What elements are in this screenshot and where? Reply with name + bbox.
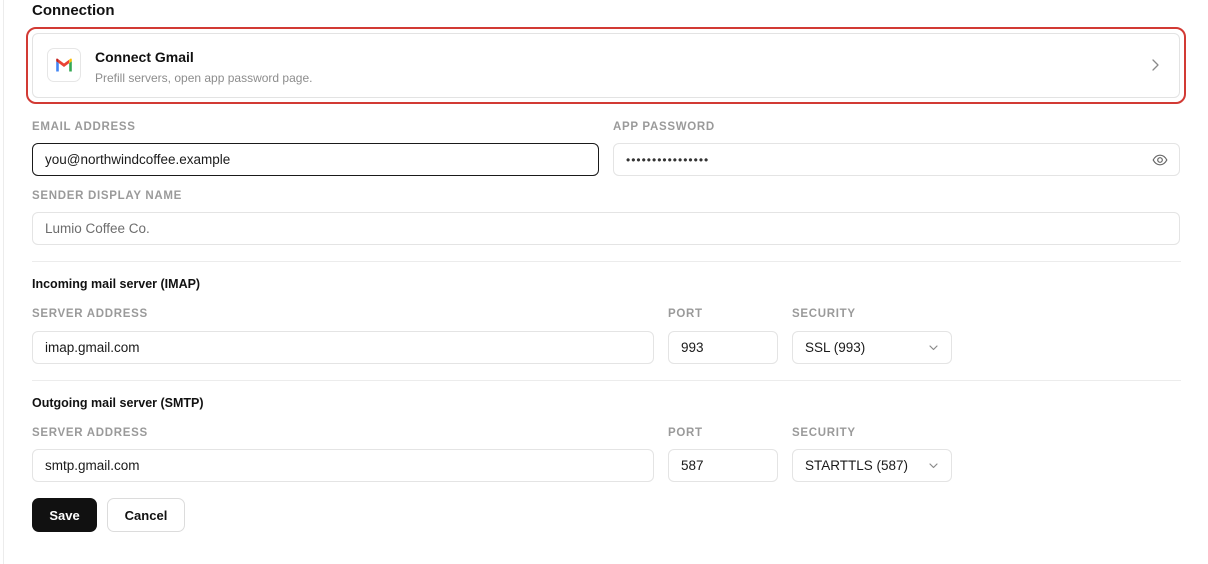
smtp-security-select[interactable]: STARTTLS (587) xyxy=(792,449,952,482)
smtp-server-field[interactable]: smtp.gmail.com xyxy=(32,449,654,482)
imap-security-select[interactable]: SSL (993) xyxy=(792,331,952,364)
left-border xyxy=(3,0,4,564)
email-value: you@northwindcoffee.example xyxy=(45,152,231,167)
divider xyxy=(32,380,1181,381)
smtp-security-value: STARTTLS (587) xyxy=(805,458,909,473)
app-password-label: APP PASSWORD xyxy=(613,121,715,133)
smtp-server-value: smtp.gmail.com xyxy=(45,458,140,473)
imap-port-value: 993 xyxy=(681,340,704,355)
smtp-port-field[interactable]: 587 xyxy=(668,449,778,482)
cancel-button[interactable]: Cancel xyxy=(107,498,185,532)
sender-name-placeholder: Lumio Coffee Co. xyxy=(45,221,150,236)
email-field[interactable]: you@northwindcoffee.example xyxy=(32,143,599,176)
connect-gmail-title: Connect Gmail xyxy=(95,49,194,65)
smtp-port-label: PORT xyxy=(668,427,703,439)
divider xyxy=(32,261,1181,262)
imap-port-field[interactable]: 993 xyxy=(668,331,778,364)
save-button[interactable]: Save xyxy=(32,498,97,532)
app-password-field[interactable]: •••••••••••••••• xyxy=(613,143,1180,176)
imap-security-label: SECURITY xyxy=(792,308,856,320)
chevron-down-icon xyxy=(929,345,938,351)
email-label: EMAIL ADDRESS xyxy=(32,121,136,133)
connect-gmail-subtitle: Prefill servers, open app password page. xyxy=(95,71,313,85)
smtp-security-label: SECURITY xyxy=(792,427,856,439)
connect-gmail-card[interactable]: Connect Gmail Prefill servers, open app … xyxy=(26,27,1186,104)
chevron-right-icon xyxy=(1152,59,1159,71)
sender-name-field[interactable]: Lumio Coffee Co. xyxy=(32,212,1180,245)
app-password-value: •••••••••••••••• xyxy=(626,152,710,167)
sender-name-label: SENDER DISPLAY NAME xyxy=(32,190,183,202)
smtp-section-title: Outgoing mail server (SMTP) xyxy=(32,396,204,410)
eye-icon[interactable] xyxy=(1152,152,1168,168)
imap-security-value: SSL (993) xyxy=(805,340,866,355)
imap-section-title: Incoming mail server (IMAP) xyxy=(32,277,201,291)
connect-gmail-card-inner: Connect Gmail Prefill servers, open app … xyxy=(32,33,1180,98)
smtp-port-value: 587 xyxy=(681,458,704,473)
imap-server-value: imap.gmail.com xyxy=(45,340,140,355)
imap-server-label: SERVER ADDRESS xyxy=(32,308,148,320)
imap-server-field[interactable]: imap.gmail.com xyxy=(32,331,654,364)
section-title: Connection xyxy=(32,2,115,19)
chevron-down-icon xyxy=(929,463,938,469)
smtp-server-label: SERVER ADDRESS xyxy=(32,427,148,439)
gmail-logo-icon xyxy=(47,48,81,82)
imap-port-label: PORT xyxy=(668,308,703,320)
